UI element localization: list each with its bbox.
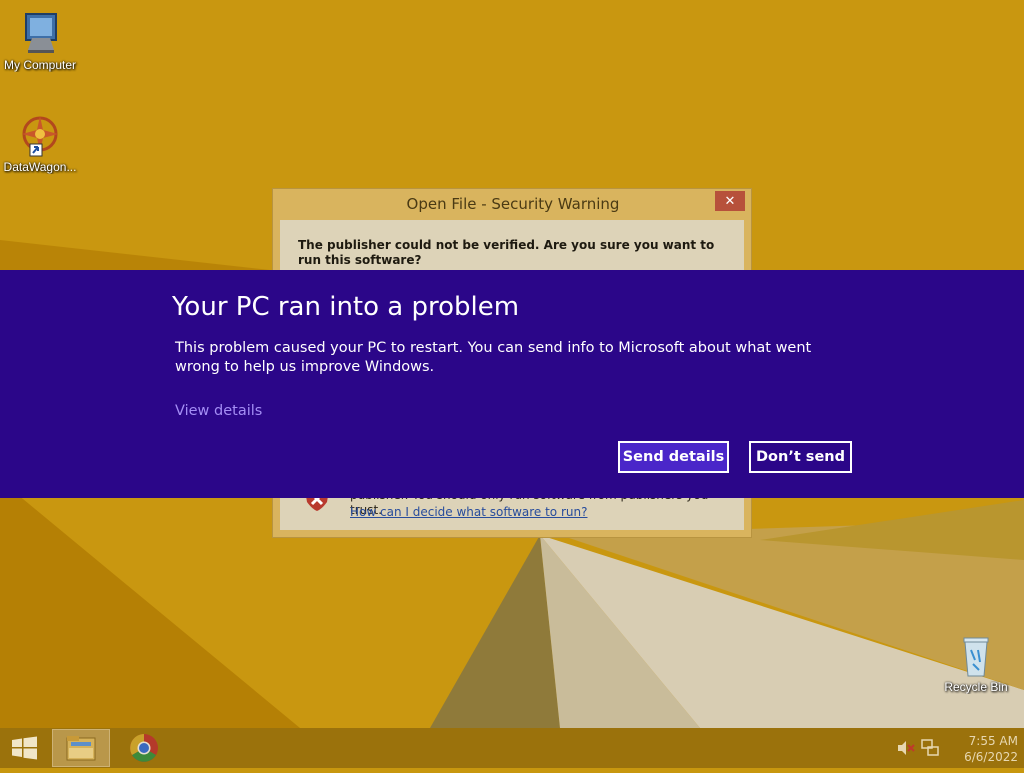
error-message: This problem caused your PC to restart. … bbox=[175, 340, 812, 375]
error-title: Your PC ran into a problem bbox=[172, 292, 520, 322]
desktop-icon-my-computer[interactable]: My Computer bbox=[0, 10, 80, 72]
dont-send-button[interactable]: Don’t send bbox=[749, 441, 852, 473]
desktop-icon-label: My Computer bbox=[3, 58, 77, 72]
chrome-icon bbox=[130, 734, 158, 762]
taskbar-clock[interactable]: 7:55 AM 6/6/2022 bbox=[944, 733, 1018, 765]
send-details-button[interactable]: Send details bbox=[618, 441, 729, 473]
computer-icon bbox=[25, 13, 57, 53]
error-banner: Your PC ran into a problem This problem … bbox=[0, 270, 1024, 498]
dialog-title: Open File - Security Warning bbox=[406, 195, 620, 213]
desktop-icon-label: DataWagon... bbox=[3, 160, 77, 174]
network-icon[interactable] bbox=[920, 738, 940, 758]
clock-date: 6/6/2022 bbox=[964, 750, 1018, 764]
desktop-icon-label: Recycle Bin bbox=[944, 680, 1008, 694]
start-button[interactable] bbox=[0, 728, 48, 768]
taskbar-file-explorer[interactable] bbox=[52, 729, 110, 767]
dialog-message: The publisher could not be verified. Are… bbox=[298, 238, 715, 267]
dialog-help-link[interactable]: How can I decide what software to run? bbox=[350, 505, 587, 519]
file-explorer-icon bbox=[66, 736, 96, 761]
volume-muted-icon[interactable] bbox=[896, 740, 916, 756]
clock-time: 7:55 AM bbox=[968, 734, 1018, 748]
recycle-bin-icon bbox=[963, 637, 989, 677]
desktop-icon-recycle-bin[interactable]: Recycle Bin bbox=[936, 632, 1016, 694]
windows-logo-icon bbox=[12, 736, 37, 760]
view-details-link[interactable]: View details bbox=[175, 403, 262, 419]
dialog-close-button[interactable]: ✕ bbox=[715, 191, 745, 211]
datawagon-app-icon bbox=[22, 116, 58, 157]
desktop-icon-datawagon[interactable]: DataWagon... bbox=[0, 112, 80, 174]
taskbar: 7:55 AM 6/6/2022 bbox=[0, 728, 1024, 768]
taskbar-chrome[interactable] bbox=[120, 729, 168, 767]
